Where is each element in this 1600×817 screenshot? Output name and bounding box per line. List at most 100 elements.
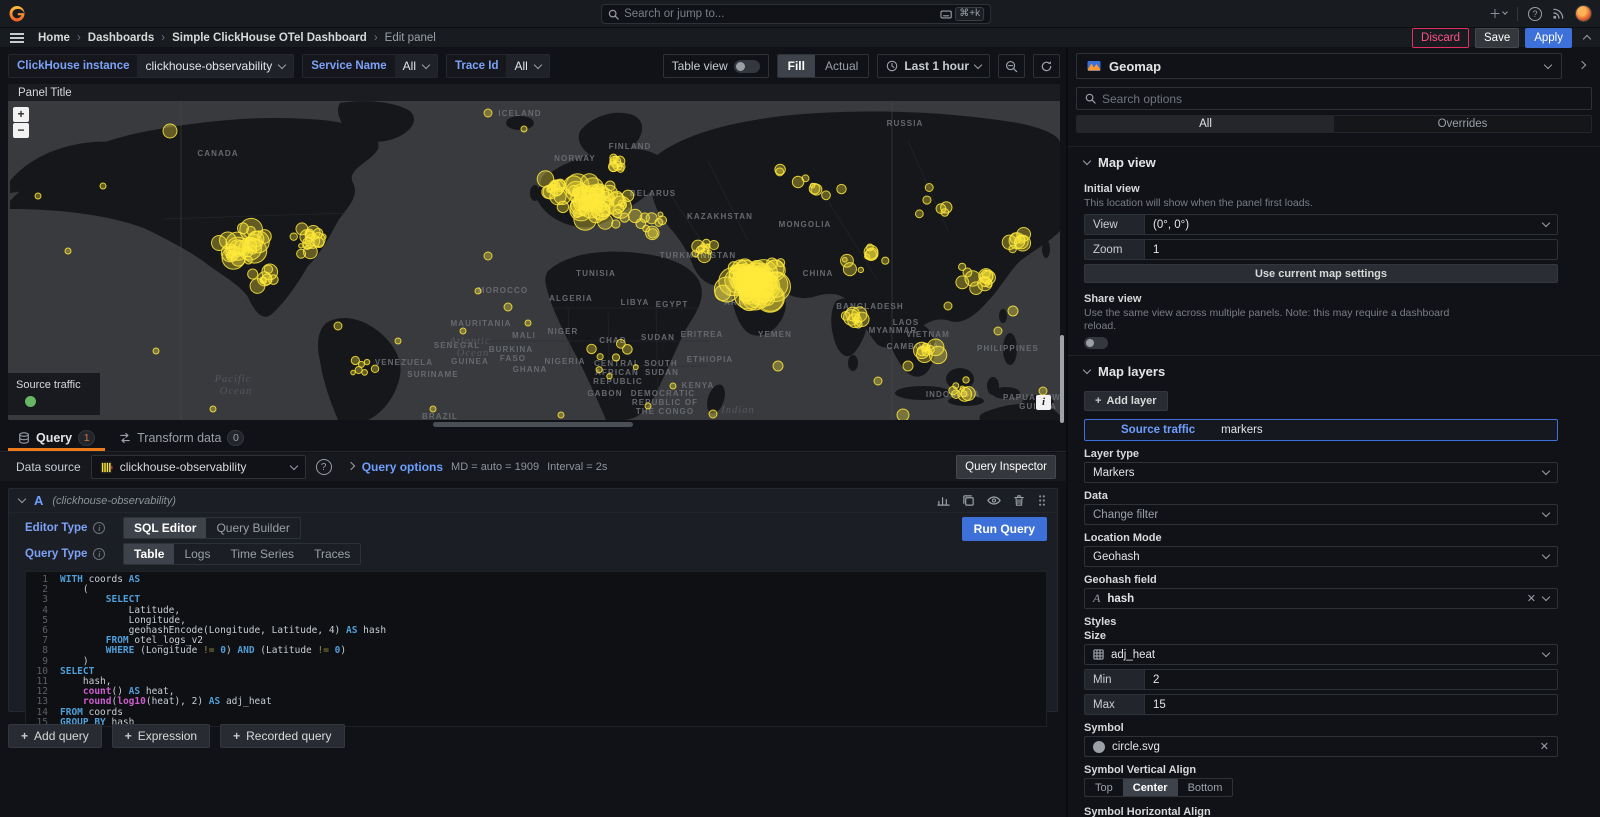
drag-handle-icon[interactable] (1037, 494, 1047, 507)
datasource-help-icon[interactable]: ? (316, 459, 332, 475)
variable-clickhouse-instance[interactable]: ClickHouse instance clickhouse-observabi… (8, 54, 294, 78)
map-zoom-out-button[interactable]: − (13, 123, 29, 138)
apply-button[interactable]: Apply (1525, 28, 1572, 48)
share-view-toggle[interactable] (1084, 337, 1108, 349)
scrollbar[interactable] (1060, 335, 1064, 423)
visualization-picker[interactable]: Geomap (1076, 53, 1562, 79)
variable-trace-id[interactable]: Trace Id All (446, 54, 550, 78)
help-icon[interactable]: ? (1528, 7, 1542, 21)
size-field-select[interactable]: adj_heat (1084, 644, 1558, 665)
query-builder-option[interactable]: Query Builder (206, 518, 299, 538)
tab-transform-data[interactable]: Transform data 0 (109, 427, 254, 451)
chevron-down-icon (974, 60, 982, 68)
breadcrumb-dashboard-name[interactable]: Simple ClickHouse OTel Dashboard (172, 32, 367, 44)
collapse-query-icon[interactable] (18, 495, 26, 503)
add-expression-button[interactable]: +Expression (112, 724, 210, 748)
svg-text:BURKINA: BURKINA (489, 345, 534, 354)
map-zoom-in-button[interactable]: + (13, 107, 29, 122)
run-query-button[interactable]: Run Query (962, 517, 1047, 541)
refresh-icon (1040, 60, 1053, 73)
geohash-field-select[interactable]: A hash ✕ (1084, 588, 1558, 609)
actual-option[interactable]: Actual (815, 55, 868, 77)
user-avatar[interactable] (1575, 5, 1592, 22)
add-recorded-query-button[interactable]: +Recorded query (220, 724, 344, 748)
svg-text:YEMEN: YEMEN (758, 330, 792, 339)
database-icon (18, 432, 30, 444)
table-option[interactable]: Table (124, 544, 174, 564)
view-select[interactable]: (0°, 0°) (1144, 214, 1558, 235)
styles-label: Styles (1084, 616, 1558, 628)
duplicate-query-icon[interactable] (962, 494, 975, 507)
symbol-vertical-align-label: Symbol Vertical Align (1084, 764, 1558, 776)
layer-item-source-traffic[interactable]: Source traffic markers (1084, 419, 1558, 441)
table-view-toggle[interactable]: Table view (663, 54, 769, 78)
max-input[interactable]: 15 (1144, 694, 1558, 715)
time-range-picker[interactable]: Last 1 hour (877, 54, 990, 78)
query-inspector-button[interactable]: Query Inspector (956, 455, 1056, 479)
align-center-option[interactable]: Center (1123, 779, 1178, 796)
toggle-switch[interactable] (734, 60, 760, 73)
map-canvas: RUSSIACANADAICELANDNORWAYFINLANDBELARUSK… (8, 101, 1060, 420)
search-icon (1085, 93, 1096, 104)
options-search-input[interactable]: Search options (1076, 87, 1592, 110)
section-map-view[interactable]: Map view (1068, 146, 1600, 176)
panel-title[interactable]: Panel Title (8, 84, 1060, 101)
collapse-header-icon[interactable] (1583, 35, 1591, 43)
time-series-option[interactable]: Time Series (220, 544, 304, 564)
discard-button[interactable]: Discard (1412, 28, 1469, 48)
sql-editor-option[interactable]: SQL Editor (124, 518, 206, 538)
symbol-select[interactable]: circle.svg ✕ (1084, 736, 1558, 757)
fill-option[interactable]: Fill (778, 55, 815, 77)
query-row-header[interactable]: A (clickhouse-observability) (9, 489, 1057, 513)
clear-icon[interactable]: ✕ (1540, 740, 1549, 753)
add-query-button[interactable]: +Add query (8, 724, 102, 748)
min-input[interactable]: 2 (1144, 669, 1558, 690)
sql-code-editor[interactable]: 1WITH coords AS2 (3 SELECT4 Latitude,5 L… (25, 571, 1047, 727)
map-attribution-button[interactable]: i (1036, 395, 1051, 410)
hide-response-icon[interactable] (987, 494, 1001, 507)
refresh-button[interactable] (1033, 54, 1060, 78)
breadcrumb-home[interactable]: Home (38, 32, 70, 44)
query-stats-icon[interactable] (937, 494, 950, 507)
zoom-input[interactable]: 1 (1144, 239, 1558, 260)
save-button[interactable]: Save (1475, 28, 1519, 48)
tab-overrides[interactable]: Overrides (1334, 116, 1591, 132)
menu-toggle-icon[interactable] (10, 33, 24, 43)
clear-icon[interactable]: ✕ (1527, 592, 1536, 605)
svg-text:BANGLADESH: BANGLADESH (836, 302, 903, 311)
section-map-layers[interactable]: Map layers (1068, 355, 1600, 385)
fill-actual-switch: Fill Actual (777, 54, 870, 78)
table-view-label: Table view (672, 59, 728, 73)
new-menu-button[interactable]: ＋ (1489, 5, 1507, 22)
variable-service-name[interactable]: Service Name All (302, 54, 438, 78)
align-top-option[interactable]: Top (1085, 779, 1123, 796)
svg-text:GABON: GABON (587, 389, 622, 398)
world-map[interactable]: RUSSIACANADAICELANDNORWAYFINLANDBELARUSK… (8, 101, 1060, 420)
use-current-map-settings-button[interactable]: Use current map settings (1084, 264, 1558, 283)
zoom-out-time-button[interactable] (998, 54, 1025, 78)
layer-type-select[interactable]: Markers (1084, 462, 1558, 483)
sql-line: 2 ( (26, 585, 1046, 595)
breadcrumb-dashboards[interactable]: Dashboards (88, 32, 154, 44)
delete-query-icon[interactable] (1013, 494, 1025, 507)
logs-option[interactable]: Logs (174, 544, 220, 564)
query-options-link[interactable]: Query options (362, 460, 443, 474)
chevron-right-icon[interactable] (346, 461, 354, 469)
global-search-input[interactable]: Search or jump to... ⌘+k (601, 4, 991, 24)
location-mode-select[interactable]: Geohash (1084, 546, 1558, 567)
data-label: Data (1084, 490, 1558, 502)
grafana-logo[interactable] (8, 5, 26, 23)
options-filter-tabs: All Overrides (1076, 115, 1592, 133)
data-filter-select[interactable]: Change filter (1084, 504, 1558, 525)
align-bottom-option[interactable]: Bottom (1178, 779, 1233, 796)
tab-all[interactable]: All (1077, 116, 1334, 132)
variables-row: ClickHouse instance clickhouse-observabi… (8, 53, 1060, 79)
datasource-picker[interactable]: clickhouse-observability (91, 455, 306, 479)
news-icon[interactable] (1552, 7, 1565, 20)
add-layer-button[interactable]: +Add layer (1084, 391, 1168, 411)
chevron-down-icon (1544, 60, 1552, 68)
svg-text:DEMOCRATIC: DEMOCRATIC (631, 389, 696, 398)
traces-option[interactable]: Traces (304, 544, 360, 564)
collapse-options-icon[interactable] (1572, 65, 1592, 68)
tab-query[interactable]: Query 1 (8, 427, 105, 451)
